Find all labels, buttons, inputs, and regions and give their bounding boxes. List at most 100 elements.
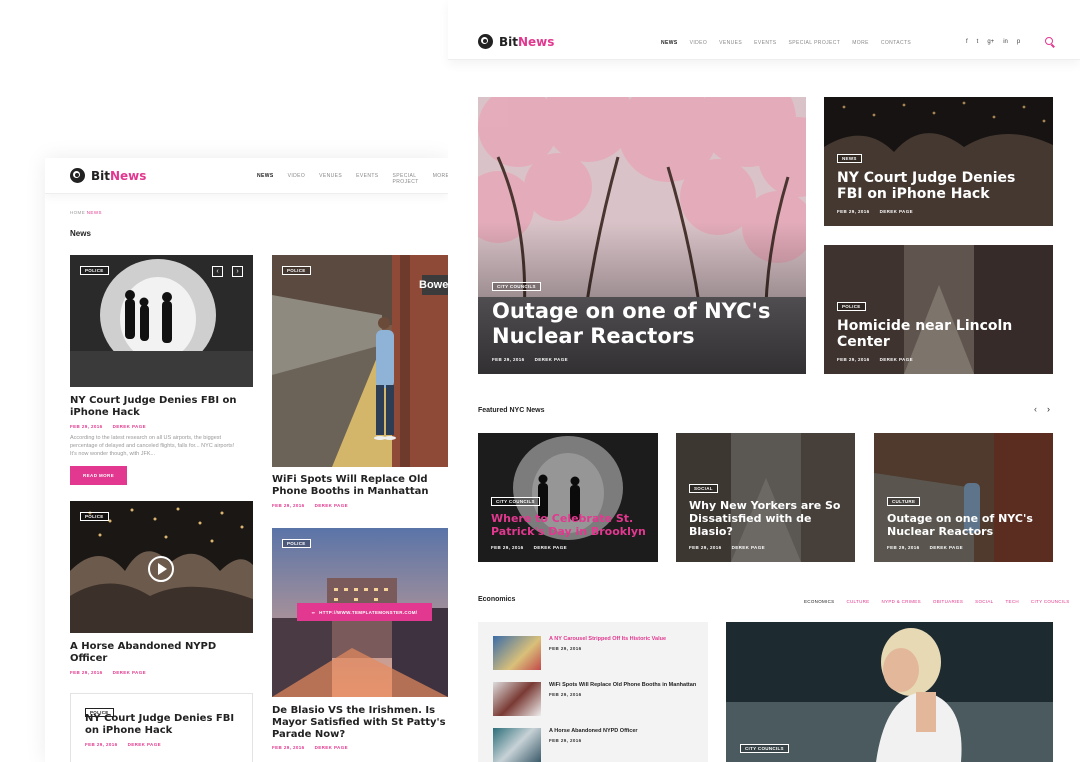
list-title[interactable]: WiFi Spots Will Replace Old Phone Booths… bbox=[549, 682, 699, 689]
category-tag[interactable]: SOCIAL bbox=[689, 484, 718, 494]
featured-title[interactable]: Where to Celebrate St. Patrick's Day in … bbox=[491, 512, 648, 539]
nav-video[interactable]: Video bbox=[690, 40, 708, 46]
article-image: POLICE bbox=[70, 501, 253, 633]
article-date: FEB 29, 2016 bbox=[887, 545, 920, 550]
tab-city-councils[interactable]: City Councils bbox=[1031, 599, 1070, 604]
article-author[interactable]: DEREK PAGE bbox=[732, 545, 765, 550]
article-author[interactable]: DEREK PAGE bbox=[128, 742, 161, 747]
tab-tech[interactable]: Tech bbox=[1005, 599, 1018, 604]
prev-arrow-icon[interactable]: ‹ bbox=[212, 266, 223, 277]
featured-title[interactable]: Why New Yorkers are So Dissatisfied with… bbox=[689, 499, 845, 539]
list-title[interactable]: A Horse Abandoned NYPD Officer bbox=[549, 728, 699, 735]
nav-special-project[interactable]: Special Project bbox=[789, 40, 841, 46]
article-title[interactable]: A Horse Abandoned NYPD Officer bbox=[70, 641, 253, 665]
nav-news[interactable]: News bbox=[257, 173, 274, 185]
hero-side-2[interactable]: POLICE Homicide near Lincoln Center FEB … bbox=[824, 245, 1053, 374]
hero-main[interactable]: CITY COUNCILS Outage on one of NYC's Nuc… bbox=[478, 97, 806, 374]
nav-venues[interactable]: Venues bbox=[319, 173, 342, 185]
article-author[interactable]: DEREK PAGE bbox=[113, 670, 146, 675]
read-more-button[interactable]: READ MORE bbox=[70, 466, 128, 486]
hero-title[interactable]: Outage on one of NYC's Nuclear Reactors bbox=[492, 299, 796, 349]
breadcrumb: HOME NEWS bbox=[70, 210, 102, 215]
link-overlay[interactable]: ∞ HTTP://WWW.TEMPLATEMONSTER.COM/ bbox=[297, 603, 432, 621]
article-author[interactable]: DEREK PAGE bbox=[534, 545, 567, 550]
category-tag[interactable]: POLICE bbox=[837, 301, 866, 311]
linkedin-icon[interactable]: in bbox=[1003, 39, 1008, 45]
featured-card[interactable]: CULTURE Outage on one of NYC's Nuclear R… bbox=[874, 433, 1053, 562]
link-url[interactable]: HTTP://WWW.TEMPLATEMONSTER.COM/ bbox=[319, 610, 417, 615]
article-date: FEB 29, 2016 bbox=[837, 357, 870, 362]
article-card[interactable]: POLICE A Horse Abandoned NYPD Officer FE… bbox=[70, 501, 253, 675]
category-tag[interactable]: CULTURE bbox=[887, 497, 921, 507]
nav-special-project[interactable]: Special Project bbox=[393, 173, 419, 185]
breadcrumb-home[interactable]: HOME bbox=[70, 210, 85, 215]
social-links: f t g+ in p bbox=[966, 39, 1020, 45]
featured-title[interactable]: Outage on one of NYC's Nuclear Reactors bbox=[887, 512, 1043, 539]
category-tag[interactable]: CITY COUNCILS bbox=[492, 282, 541, 292]
article-excerpt: According to the latest research on all … bbox=[70, 434, 235, 458]
nav-events[interactable]: Events bbox=[754, 40, 776, 46]
list-date: FEB 29, 2016 bbox=[549, 692, 582, 698]
article-author[interactable]: DEREK PAGE bbox=[113, 424, 146, 429]
article-title[interactable]: WiFi Spots Will Replace Old Phone Booths… bbox=[272, 474, 448, 498]
article-title[interactable]: NY Court Judge Denies FBI on iPhone Hack bbox=[70, 395, 253, 419]
nav-contacts[interactable]: Contacts bbox=[881, 40, 911, 46]
list-item[interactable]: WiFi Spots Will Replace Old Phone Booths… bbox=[493, 682, 699, 716]
twitter-icon[interactable]: t bbox=[977, 39, 979, 45]
list-title[interactable]: A NY Carousel Stripped Off Its Historic … bbox=[549, 636, 699, 643]
featured-card[interactable]: SOCIAL Why New Yorkers are So Dissatisfi… bbox=[676, 433, 855, 562]
article-author[interactable]: DEREK PAGE bbox=[880, 357, 913, 362]
category-tag[interactable]: POLICE bbox=[282, 266, 311, 275]
category-tag[interactable]: POLICE bbox=[282, 539, 311, 548]
article-author[interactable]: DEREK PAGE bbox=[880, 209, 913, 214]
hero-title[interactable]: NY Court Judge Denies FBI on iPhone Hack bbox=[837, 170, 1043, 203]
category-tag[interactable]: NEWS bbox=[837, 153, 862, 163]
nav-more[interactable]: More bbox=[433, 173, 448, 185]
hero-title[interactable]: Homicide near Lincoln Center bbox=[837, 318, 1043, 351]
list-thumbnail bbox=[493, 728, 541, 762]
nav-news[interactable]: News bbox=[661, 40, 678, 46]
pinterest-icon[interactable]: p bbox=[1017, 39, 1020, 45]
tab-social[interactable]: Social bbox=[975, 599, 993, 604]
nav-venues[interactable]: Venues bbox=[719, 40, 742, 46]
logo-text-2: News bbox=[110, 168, 147, 183]
search-icon[interactable] bbox=[1045, 37, 1053, 45]
category-tag[interactable]: CITY COUNCILS bbox=[740, 744, 789, 753]
list-item[interactable]: A Horse Abandoned NYPD Officer FEB 29, 2… bbox=[493, 728, 699, 762]
category-tag[interactable]: POLICE bbox=[85, 708, 114, 717]
mobile-logo[interactable]: BitNews bbox=[70, 168, 146, 183]
hero-side-1[interactable]: NEWS NY Court Judge Denies FBI on iPhone… bbox=[824, 97, 1053, 226]
category-tag[interactable]: POLICE bbox=[80, 512, 109, 521]
list-item[interactable]: A NY Carousel Stripped Off Its Historic … bbox=[493, 636, 699, 670]
next-arrow-icon[interactable]: › bbox=[232, 266, 243, 277]
tab-economics[interactable]: Economics bbox=[804, 599, 834, 604]
nav-events[interactable]: Events bbox=[356, 173, 378, 185]
nav-more[interactable]: More bbox=[852, 40, 869, 46]
site-logo[interactable]: BitNews bbox=[478, 34, 554, 49]
google-plus-icon[interactable]: g+ bbox=[987, 39, 994, 45]
featured-card[interactable]: CITY COUNCILS Where to Celebrate St. Pat… bbox=[478, 433, 658, 562]
tab-obituaries[interactable]: Obituaries bbox=[933, 599, 963, 604]
nav-video[interactable]: Video bbox=[288, 173, 306, 185]
article-card[interactable]: POLICE ∞ HTTP://WWW.TEMPLATEMONSTER.COM/… bbox=[272, 528, 448, 750]
article-author[interactable]: DEREK PAGE bbox=[315, 745, 348, 750]
economics-section-title: Economics bbox=[478, 596, 516, 603]
tab-nypd-crimes[interactable]: NYPD & Crimes bbox=[881, 599, 920, 604]
facebook-icon[interactable]: f bbox=[966, 39, 968, 45]
article-card[interactable]: POLICE Bowe WiFi Spots Will Replace Old … bbox=[272, 255, 448, 508]
article-card[interactable]: POLICE ‹ › NY Court Judge Denies FBI on … bbox=[70, 255, 253, 486]
chevron-left-icon[interactable]: ‹ bbox=[1034, 404, 1037, 414]
article-author[interactable]: DEREK PAGE bbox=[930, 545, 963, 550]
chevron-right-icon[interactable]: › bbox=[1047, 404, 1050, 414]
article-author[interactable]: DEREK PAGE bbox=[315, 503, 348, 508]
article-card[interactable]: POLICE NY Court Judge Denies FBI on iPho… bbox=[70, 693, 253, 762]
tab-culture[interactable]: Culture bbox=[846, 599, 869, 604]
article-date: FEB 29, 2016 bbox=[492, 357, 525, 362]
category-tag[interactable]: CITY COUNCILS bbox=[491, 497, 540, 507]
category-tag[interactable]: POLICE bbox=[80, 266, 109, 275]
site-header: BitNews News Video Venues Events Special… bbox=[448, 0, 1080, 60]
logo-icon bbox=[70, 168, 85, 183]
article-title[interactable]: De Blasio VS the Irishmen. Is Mayor Sati… bbox=[272, 705, 448, 740]
article-author[interactable]: DEREK PAGE bbox=[535, 357, 568, 362]
economics-feature[interactable]: CITY COUNCILS bbox=[726, 622, 1053, 762]
